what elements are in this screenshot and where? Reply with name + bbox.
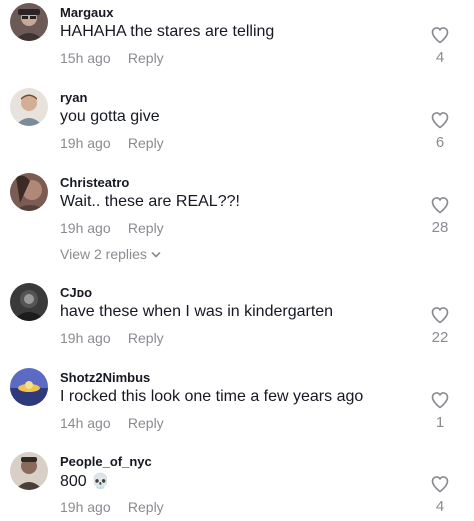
comment-time: 19h ago: [60, 499, 111, 515]
view-replies-label: View 2 replies: [60, 246, 147, 262]
heart-outline-icon[interactable]: [430, 25, 450, 45]
reply-button[interactable]: Reply: [128, 499, 164, 515]
view-replies-button[interactable]: View 2 replies: [60, 246, 161, 262]
comment-meta: 14h ago Reply: [60, 415, 164, 431]
comment-username[interactable]: Shotz2Nimbus: [60, 370, 150, 385]
comment-time: 19h ago: [60, 330, 111, 346]
like-count: 22: [431, 329, 449, 346]
comment-meta: 19h ago Reply: [60, 135, 164, 151]
comment-text: Wait.. these are REAL??!: [60, 193, 240, 210]
reply-button[interactable]: Reply: [128, 220, 164, 236]
comment-username[interactable]: ryan: [60, 90, 87, 105]
like-button[interactable]: 6: [420, 110, 460, 151]
avatar[interactable]: [10, 88, 48, 126]
comment-text: you gotta give: [60, 108, 160, 125]
comment-time: 14h ago: [60, 415, 111, 431]
comment-meta: 19h ago Reply: [60, 499, 164, 515]
comment-username[interactable]: Christeatro: [60, 175, 129, 190]
avatar[interactable]: [10, 368, 48, 406]
like-button[interactable]: 4: [420, 474, 460, 515]
comment-username[interactable]: Margaux: [60, 5, 113, 20]
like-button[interactable]: 4: [420, 25, 460, 66]
comment-time: 19h ago: [60, 220, 111, 236]
comment-text-value: 800: [60, 473, 87, 490]
heart-outline-icon[interactable]: [430, 305, 450, 325]
comment-text: I rocked this look one time a few years …: [60, 388, 364, 405]
skull-emoji-icon: 💀: [91, 472, 110, 490]
heart-outline-icon[interactable]: [430, 110, 450, 130]
comment-text: HAHAHA the stares are telling: [60, 23, 275, 40]
avatar[interactable]: [10, 3, 48, 41]
avatar[interactable]: [10, 173, 48, 211]
reply-button[interactable]: Reply: [128, 330, 164, 346]
reply-button[interactable]: Reply: [128, 50, 164, 66]
like-button[interactable]: 1: [420, 390, 460, 431]
like-count: 4: [435, 49, 445, 66]
comment-time: 19h ago: [60, 135, 111, 151]
like-count: 28: [431, 219, 449, 236]
like-count: 4: [435, 498, 445, 515]
like-button[interactable]: 22: [420, 305, 460, 346]
comment-time: 15h ago: [60, 50, 111, 66]
heart-outline-icon[interactable]: [430, 474, 450, 494]
reply-button[interactable]: Reply: [128, 415, 164, 431]
reply-button[interactable]: Reply: [128, 135, 164, 151]
comment-meta: 19h ago Reply: [60, 220, 164, 236]
comment-meta: 19h ago Reply: [60, 330, 164, 346]
comment-username[interactable]: People_of_nyc: [60, 454, 152, 469]
comment-text: 800 💀: [60, 472, 110, 491]
like-button[interactable]: 28: [420, 195, 460, 236]
comment-meta: 15h ago Reply: [60, 50, 164, 66]
like-count: 6: [435, 134, 445, 151]
like-count: 1: [435, 414, 445, 431]
heart-outline-icon[interactable]: [430, 390, 450, 410]
heart-outline-icon[interactable]: [430, 195, 450, 215]
chevron-down-icon: [151, 252, 161, 258]
avatar[interactable]: [10, 452, 48, 490]
avatar[interactable]: [10, 283, 48, 321]
comment-text: have these when I was in kindergarten: [60, 303, 334, 320]
comment-username[interactable]: CJᴅo: [60, 285, 92, 300]
